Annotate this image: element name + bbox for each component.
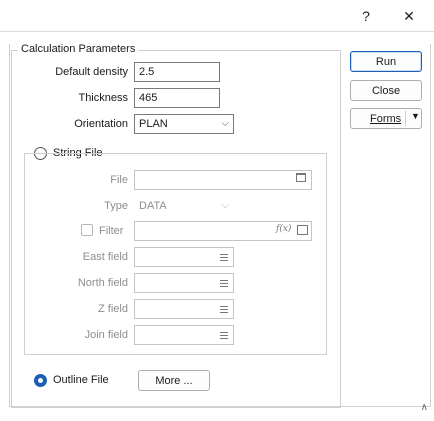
- join-field-label: Join field: [84, 329, 128, 341]
- grid-icon[interactable]: [297, 225, 308, 235]
- forms-label: Forms: [370, 112, 402, 125]
- forms-divider: [405, 111, 406, 126]
- list-icon[interactable]: [220, 306, 228, 313]
- forms-dropdown-icon[interactable]: ▼: [411, 111, 420, 121]
- outline-file-label: Outline File: [53, 374, 109, 386]
- filter-label: Filter: [99, 225, 124, 237]
- run-button[interactable]: Run: [350, 51, 422, 72]
- thickness-label: Thickness: [78, 92, 128, 104]
- join-field-input[interactable]: [134, 325, 234, 345]
- z-field-input[interactable]: [134, 299, 234, 319]
- type-select[interactable]: DATA ⌵: [134, 196, 234, 216]
- close-icon[interactable]: ✕: [399, 6, 419, 26]
- function-icon[interactable]: f(x): [276, 224, 291, 234]
- more-button[interactable]: More ...: [138, 370, 210, 391]
- orientation-select[interactable]: PLAN ⌵: [134, 114, 234, 134]
- chevron-down-icon: ⌵: [221, 200, 229, 211]
- thickness-input[interactable]: 465: [134, 88, 220, 108]
- outline-file-radio[interactable]: [34, 374, 47, 387]
- orientation-value: PLAN: [139, 118, 168, 130]
- list-icon[interactable]: [220, 332, 228, 339]
- default-density-label: Default density: [55, 66, 128, 78]
- type-value: DATA: [139, 200, 167, 212]
- north-field-label: North field: [77, 277, 128, 289]
- filter-checkbox[interactable]: [81, 224, 93, 236]
- type-label: Type: [104, 200, 128, 212]
- titlebar-divider: [0, 31, 434, 32]
- help-icon[interactable]: ?: [356, 6, 376, 26]
- group-title: Calculation Parameters: [18, 43, 139, 55]
- collapse-icon[interactable]: ∧: [421, 402, 428, 413]
- orientation-label: Orientation: [74, 118, 128, 130]
- east-field-label: East field: [82, 251, 128, 263]
- list-icon[interactable]: [220, 254, 228, 261]
- list-icon[interactable]: [220, 280, 228, 287]
- east-field-input[interactable]: [134, 247, 234, 267]
- north-field-input[interactable]: [134, 273, 234, 293]
- default-density-input[interactable]: 2.5: [134, 62, 220, 82]
- close-button[interactable]: Close: [350, 80, 422, 101]
- file-input[interactable]: [134, 170, 312, 190]
- chevron-down-icon: ⌵: [221, 118, 229, 129]
- file-label: File: [110, 174, 128, 186]
- z-field-label: Z field: [98, 303, 128, 315]
- file-browse-icon[interactable]: [296, 173, 306, 182]
